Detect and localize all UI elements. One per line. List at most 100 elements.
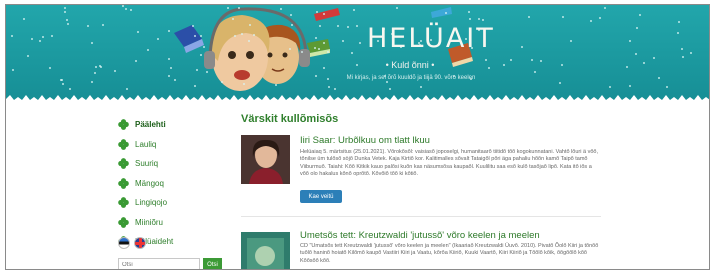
browser-viewport: HELÜAIT • Kuld õnni • Mi kirjas, ja sel … — [5, 4, 710, 270]
star-dot — [101, 23, 104, 26]
article-excerpt: CD "Umatsõs tett Kreutzwaldi 'jutussõ' v… — [300, 243, 599, 264]
star-dot — [346, 26, 349, 29]
star-dot — [125, 87, 128, 90]
star-dot — [322, 12, 325, 15]
article-thumbnail[interactable] — [241, 135, 290, 184]
clover-icon — [118, 177, 129, 189]
star-dot — [342, 39, 345, 42]
sidebar-nav: Päälehti Lauliq Suuriq Mängoq Lingiqojo … — [118, 115, 228, 252]
sidebar-item-suuriq[interactable]: Suuriq — [118, 154, 228, 174]
sidebar-item-label: Lauliq — [135, 139, 157, 149]
book-cover-image — [241, 232, 290, 269]
search-form: Otsi — [118, 258, 222, 269]
site-subtitle: • Kuld õnni • — [385, 60, 435, 70]
header-illustration — [174, 7, 473, 91]
sidebar-item-lauliq[interactable]: Lauliq — [118, 135, 228, 155]
english-flag-icon[interactable] — [134, 237, 146, 249]
article-title-link[interactable]: Iiri Saar: Urbõlkuu om tlatt lkuu — [300, 135, 430, 146]
portrait-image — [241, 135, 290, 184]
star-dot — [169, 67, 172, 70]
star-dot — [233, 35, 236, 38]
star-dot — [113, 69, 116, 72]
star-dot — [167, 29, 170, 32]
clover-icon — [118, 197, 129, 209]
site-tagline: Mi kirjas, ja sel õrõ kuuldõ ja tiijä 90… — [346, 75, 476, 81]
star-dot — [167, 57, 170, 60]
article-title-link[interactable]: Umetsõs tett: Kreutzwaldi 'jutussõ' võro… — [300, 230, 540, 241]
star-dot — [51, 34, 54, 37]
star-dot — [98, 64, 101, 67]
star-dot — [290, 23, 293, 26]
star-dot — [90, 80, 93, 83]
sidebar-item-label: Miiniõru — [135, 217, 164, 227]
star-dot — [322, 41, 325, 44]
language-switcher — [118, 237, 146, 249]
sidebar-item-label: Mängoq — [135, 178, 164, 188]
star-dot — [539, 59, 542, 62]
sidebar-item-paalehti[interactable]: Päälehti — [118, 115, 228, 135]
site-logo-title[interactable]: HELÜAIT — [367, 23, 493, 54]
site-header: HELÜAIT • Kuld õnni • Mi kirjas, ja sel … — [6, 5, 709, 103]
sidebar-item-mangoq[interactable]: Mängoq — [118, 174, 228, 194]
star-dot — [300, 51, 303, 54]
star-dot — [628, 39, 631, 42]
star-dot — [136, 30, 139, 33]
book-icon — [314, 8, 340, 21]
star-dot — [30, 37, 33, 40]
clover-icon — [118, 138, 129, 150]
clover-icon — [118, 216, 129, 228]
star-dot — [124, 8, 127, 11]
star-dot — [314, 36, 317, 39]
read-more-button[interactable]: Kae veitü — [300, 190, 342, 203]
main-content: Värskit kullõmisõs Iiri Saar: Urbõlkuu o… — [241, 113, 601, 269]
star-dot — [689, 51, 692, 54]
article-excerpt: Helüaiaq 5. märtsitus (25.01.2021). Võro… — [300, 149, 598, 178]
star-dot — [503, 63, 506, 66]
star-dot — [589, 19, 592, 22]
book-icon — [431, 7, 452, 18]
star-dot — [93, 71, 96, 74]
star-dot — [355, 64, 358, 67]
star-dot — [11, 68, 14, 71]
sidebar-item-label: Lingiqojo — [135, 198, 168, 208]
star-dot — [66, 22, 69, 25]
star-dot — [657, 77, 660, 80]
star-dot — [240, 33, 243, 36]
star-dot — [288, 47, 291, 50]
star-dot — [680, 48, 683, 51]
sidebar-item-label: Suuriq — [135, 159, 159, 169]
book-icon — [174, 25, 204, 53]
sidebar-item-label: Päälehti — [135, 120, 166, 130]
star-dot — [395, 7, 398, 10]
star-dot — [570, 39, 573, 42]
clover-icon — [118, 158, 129, 170]
star-dot — [533, 70, 536, 73]
star-dot — [280, 7, 283, 10]
sidebar-item-miiniõru[interactable]: Miiniõru — [118, 213, 228, 233]
article-card: Umetsõs tett: Kreutzwaldi 'jutussõ' võro… — [241, 226, 601, 269]
star-dot — [385, 81, 388, 84]
search-input[interactable] — [118, 258, 200, 269]
star-dot — [121, 5, 124, 8]
star-dot — [634, 52, 637, 55]
star-dot — [247, 40, 250, 43]
star-dot — [638, 13, 641, 16]
star-dot — [200, 34, 203, 37]
star-dot — [167, 74, 170, 77]
estonian-flag-icon[interactable] — [118, 237, 130, 249]
star-dot — [63, 6, 66, 9]
article-divider — [241, 216, 601, 217]
star-dot — [61, 82, 64, 85]
grass-border — [6, 95, 709, 103]
star-dot — [510, 58, 513, 61]
star-dot — [289, 14, 292, 17]
star-dot — [336, 24, 339, 27]
star-dot — [205, 70, 208, 73]
article-thumbnail[interactable] — [241, 232, 290, 269]
search-button[interactable]: Otsi — [203, 258, 222, 269]
sidebar-item-lingiqojo[interactable]: Lingiqojo — [118, 193, 228, 213]
star-dot — [314, 46, 317, 49]
star-dot — [65, 18, 68, 21]
star-dot — [350, 52, 353, 55]
star-dot — [317, 47, 320, 50]
